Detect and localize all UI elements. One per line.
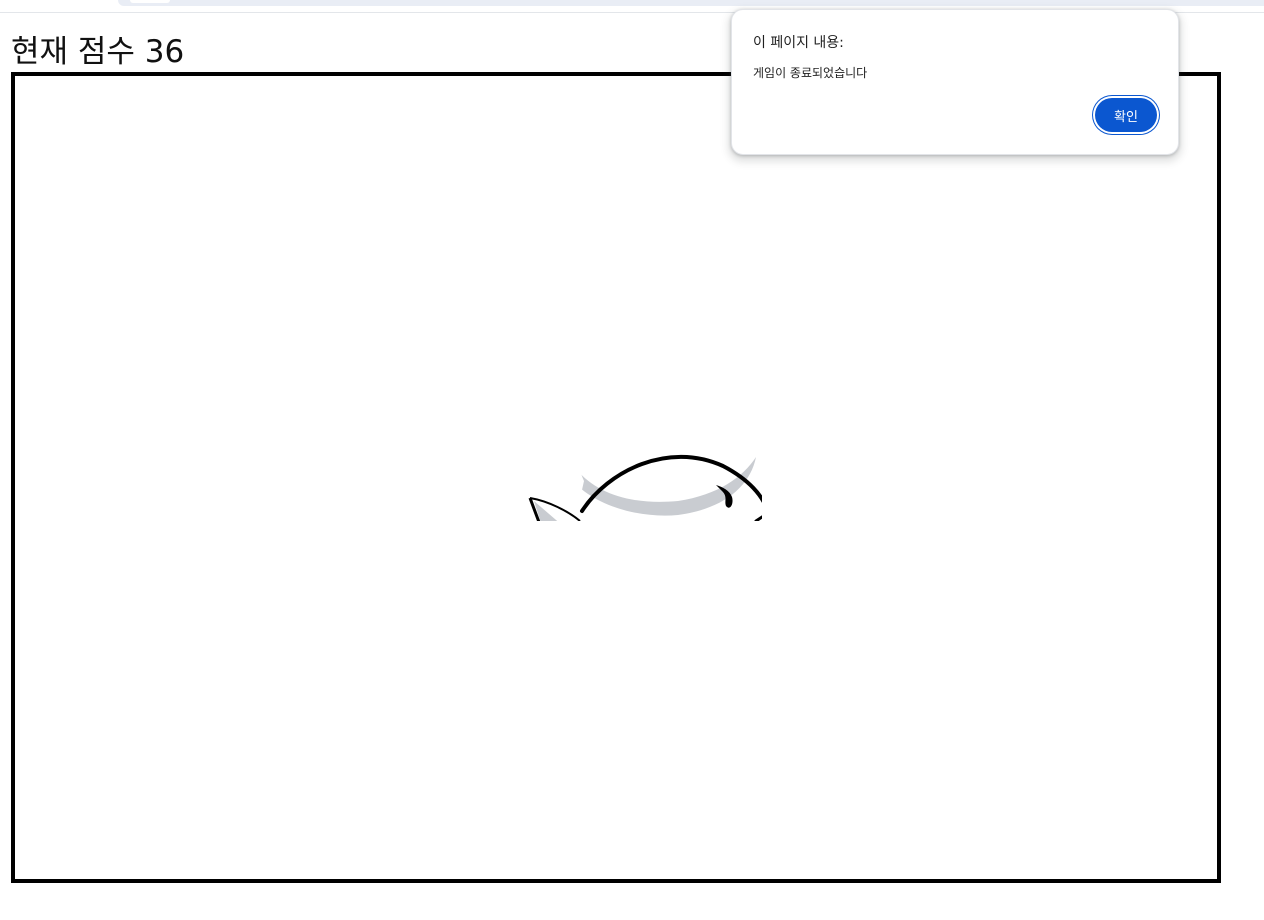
alert-dialog: 이 페이지 내용: 게임이 종료되었습니다 확인: [731, 9, 1179, 155]
score-value: 36: [144, 34, 185, 70]
browser-address-strip: [118, 0, 1264, 6]
game-canvas[interactable]: [11, 72, 1221, 883]
ok-button[interactable]: 확인: [1093, 96, 1159, 134]
browser-tab-edge: [130, 0, 170, 3]
fish-icon: [528, 395, 762, 521]
score-display: 현재 점수 36: [11, 30, 184, 74]
score-label: 현재 점수: [11, 34, 135, 70]
dialog-title: 이 페이지 내용:: [753, 35, 844, 51]
dialog-message: 게임이 종료되었습니다: [753, 66, 868, 80]
